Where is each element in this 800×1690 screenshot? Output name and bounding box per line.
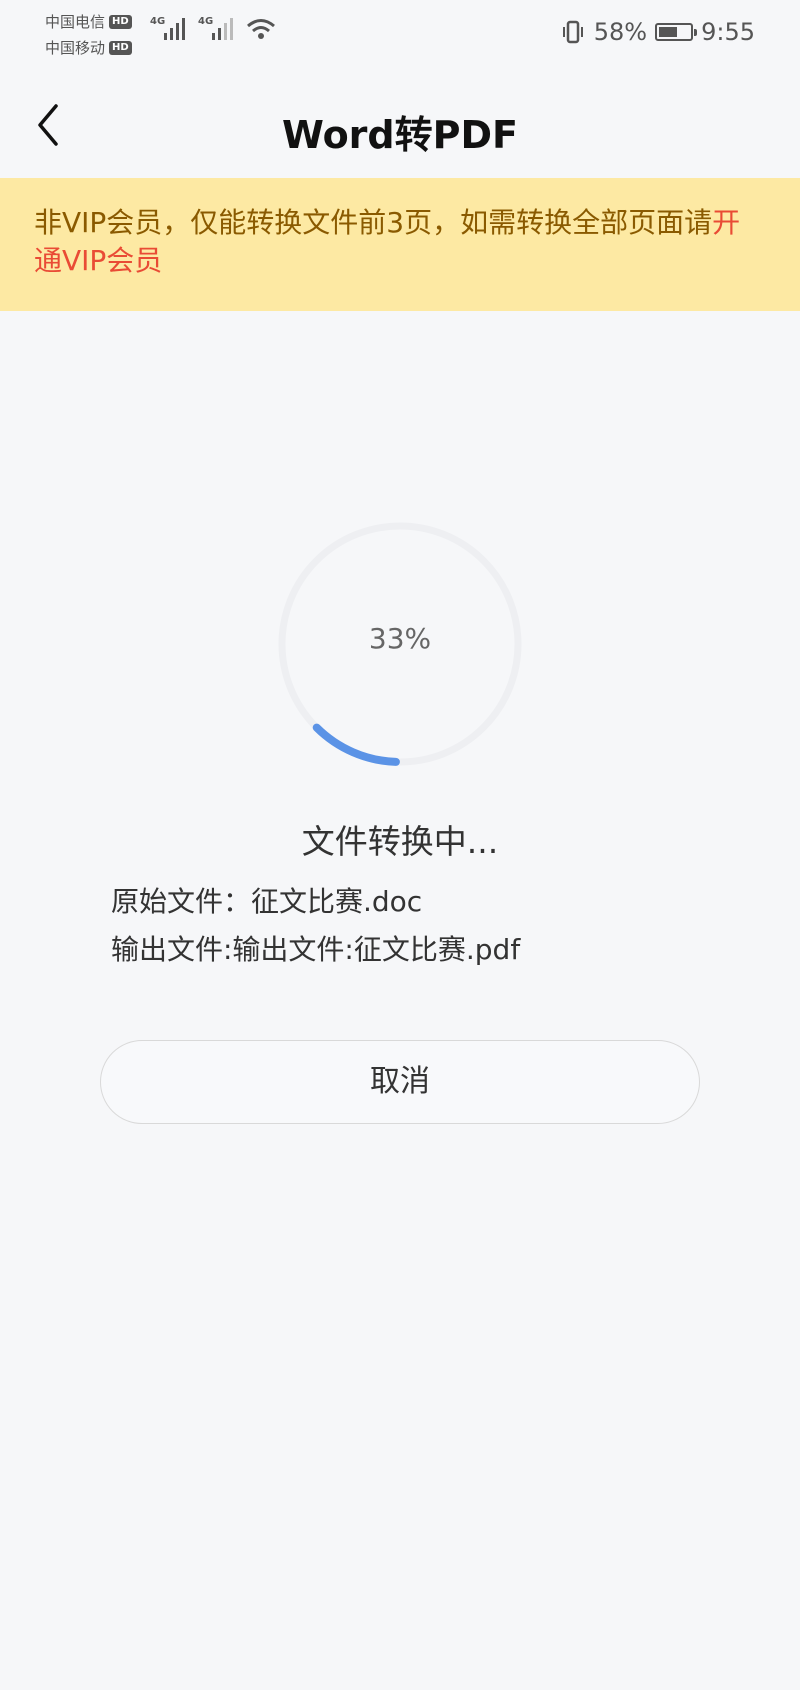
battery-percent: 58% <box>593 18 648 46</box>
output-file: 输出文件:输出文件:征文比赛.pdf <box>111 933 521 966</box>
cancel-button[interactable]: 取消 <box>100 1040 700 1124</box>
carrier-2-label: 中国移动 <box>45 39 106 57</box>
vip-notice-text: 非VIP会员，仅能转换文件前3页，如需转换全部页面请 <box>34 206 713 239</box>
network-type-1: 4G <box>150 16 166 27</box>
carrier-1: 中国电信 HD <box>45 11 132 32</box>
nav-bar: Word转PDF <box>0 80 800 170</box>
conversion-status: 文件转换中... <box>301 822 499 861</box>
source-file: 原始文件：征文比赛.doc <box>111 885 423 918</box>
progress-percent: 33% <box>368 622 432 655</box>
carrier-1-label: 中国电信 <box>45 13 106 31</box>
network-type-2: 4G <box>198 16 214 27</box>
hd-badge-2: HD <box>109 40 132 55</box>
carrier-2: 中国移动 HD <box>45 37 132 58</box>
progress-ring: 33% <box>278 522 522 766</box>
progress-arc <box>312 723 400 766</box>
wifi-icon <box>247 19 275 39</box>
vibrate-icon <box>562 20 583 44</box>
status-right: 58% 9:55 <box>560 18 755 46</box>
vip-notice-banner: 非VIP会员，仅能转换文件前3页，如需转换全部页面请开通VIP会员 <box>0 178 800 311</box>
battery-icon <box>655 23 698 41</box>
page-title: Word转PDF <box>282 113 518 157</box>
hd-badge-1: HD <box>109 14 132 29</box>
clock: 9:55 <box>701 18 755 46</box>
status-bar: 中国电信 HD 中国移动 HD 4G 4G 58% 9:55 <box>0 0 800 70</box>
